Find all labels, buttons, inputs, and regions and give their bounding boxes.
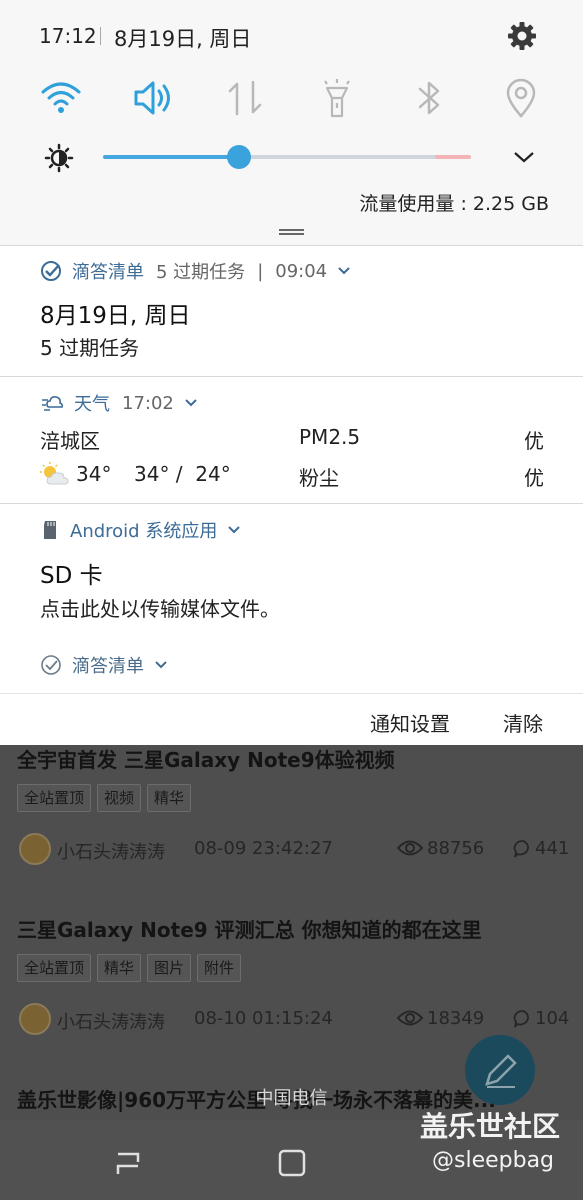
watermark-handle: @sleepbag bbox=[432, 1148, 555, 1173]
dust-value: 优 bbox=[524, 466, 544, 490]
views-icon bbox=[397, 1010, 423, 1026]
post-views: 18349 bbox=[427, 1008, 485, 1029]
divider bbox=[100, 27, 101, 45]
ticktick-check-icon bbox=[41, 261, 61, 281]
post-meta: 小石头涛涛涛 08-10 01:15:24 18349 104 bbox=[17, 1002, 577, 1036]
mobile-data-icon[interactable] bbox=[223, 76, 267, 120]
post-author[interactable]: 小石头涛涛涛 bbox=[57, 1008, 165, 1034]
notification-title: SD 卡 bbox=[40, 563, 103, 589]
notification-weather[interactable]: 天气 17:02 涪城区 PM2.5 优 34° 34° / 24° 粉尘 优 bbox=[0, 376, 583, 504]
temperature-range: 34° / 24° bbox=[134, 462, 231, 486]
avatar[interactable] bbox=[19, 1003, 51, 1035]
settings-gear-icon[interactable] bbox=[506, 20, 538, 52]
sound-icon[interactable] bbox=[131, 76, 175, 120]
brightness-slider-fill bbox=[103, 155, 240, 159]
post-time: 08-09 23:42:27 bbox=[194, 838, 333, 859]
brightness-slider-warning-zone bbox=[435, 155, 471, 159]
clear-all-button[interactable]: 清除 bbox=[503, 708, 543, 737]
post-meta: 小石头涛涛涛 08-09 23:42:27 88756 441 bbox=[17, 832, 577, 866]
notification-panel: 17:12 8月19日, 周日 流量使用量: 2.25 GB 滴答清单 5 过… bbox=[0, 0, 583, 745]
post-title[interactable]: 全宇宙首发 三星Galaxy Note9体验视频 bbox=[17, 744, 395, 773]
header-separator: | bbox=[257, 260, 264, 282]
app-name: 天气 bbox=[74, 394, 110, 415]
post-views: 88756 bbox=[427, 838, 485, 859]
aqi-label: PM2.5 bbox=[299, 425, 361, 449]
notification-settings-button[interactable]: 通知设置 bbox=[370, 708, 450, 737]
post-tags: 全站置顶 精华 图片 附件 bbox=[17, 954, 242, 982]
tag: 全站置顶 bbox=[17, 784, 92, 812]
notification-text: 5 过期任务 bbox=[40, 336, 140, 360]
clock: 17:12 bbox=[39, 24, 97, 48]
flashlight-icon[interactable] bbox=[315, 76, 359, 120]
post-time: 08-10 01:15:24 bbox=[194, 1008, 333, 1029]
avatar[interactable] bbox=[19, 833, 51, 865]
brightness-slider-thumb[interactable] bbox=[227, 145, 252, 169]
chevron-down-icon[interactable] bbox=[184, 398, 198, 408]
wifi-icon[interactable] bbox=[39, 76, 83, 120]
tag: 精华 bbox=[147, 784, 192, 812]
aqi-value: 优 bbox=[524, 429, 544, 453]
app-name: 滴答清单 bbox=[72, 656, 144, 677]
watermark-logo: 盖乐世社区 bbox=[420, 1110, 561, 1143]
partly-cloudy-icon bbox=[40, 462, 69, 485]
sd-card-icon bbox=[44, 521, 56, 539]
notification-header: 滴答清单 5 过期任务 | 09:04 bbox=[40, 259, 351, 283]
status-bar: 17:12 8月19日, 周日 bbox=[0, 0, 583, 70]
notification-sd-card[interactable]: Android 系统应用 SD 卡 点击此处以传输媒体文件。 滴答清单 bbox=[0, 503, 583, 693]
collapsed-notification-ticktick[interactable]: 滴答清单 bbox=[40, 653, 168, 677]
notification-text: 点击此处以传输媒体文件。 bbox=[40, 597, 280, 621]
data-usage-text: 流量使用量 : 2.25 GB bbox=[359, 193, 549, 215]
chevron-down-icon[interactable] bbox=[337, 266, 351, 276]
ticktick-check-icon bbox=[41, 655, 61, 675]
weather-icon bbox=[42, 396, 64, 411]
panel-drag-handle[interactable] bbox=[279, 229, 304, 235]
brightness-icon[interactable] bbox=[44, 143, 74, 173]
notification-ticktick[interactable]: 滴答清单 5 过期任务 | 09:04 8月19日, 周日 5 过期任务 bbox=[0, 245, 583, 377]
recent-apps-icon[interactable] bbox=[112, 1150, 144, 1178]
notification-header: Android 系统应用 bbox=[40, 518, 241, 542]
comment-icon bbox=[513, 840, 529, 858]
tag: 附件 bbox=[197, 954, 242, 982]
chevron-down-icon[interactable] bbox=[154, 660, 168, 670]
post-author[interactable]: 小石头涛涛涛 bbox=[57, 838, 165, 864]
panel-action-bar: 通知设置 清除 bbox=[0, 693, 583, 745]
post-tags: 全站置顶 视频 精华 bbox=[17, 784, 192, 812]
notification-header: 天气 17:02 bbox=[40, 391, 198, 415]
tag: 精华 bbox=[97, 954, 142, 982]
chevron-down-icon[interactable] bbox=[227, 525, 241, 535]
date[interactable]: 8月19日, 周日 bbox=[114, 23, 251, 53]
post-title[interactable]: 三星Galaxy Note9 评测汇总 你想知道的都在这里 bbox=[17, 914, 482, 943]
tag: 全站置顶 bbox=[17, 954, 92, 982]
comment-icon bbox=[513, 1010, 529, 1028]
tag: 视频 bbox=[97, 784, 142, 812]
notification-time: 17:02 bbox=[122, 392, 174, 414]
views-icon bbox=[397, 840, 423, 856]
tag: 图片 bbox=[147, 954, 192, 982]
app-name: Android 系统应用 bbox=[70, 521, 218, 542]
post-comments: 441 bbox=[535, 838, 570, 859]
chevron-down-icon[interactable] bbox=[512, 148, 536, 166]
notification-title: 8月19日, 周日 bbox=[40, 303, 191, 329]
weather-location: 涪城区 bbox=[40, 429, 100, 453]
home-icon[interactable] bbox=[277, 1148, 307, 1178]
app-name: 滴答清单 bbox=[72, 262, 144, 283]
notification-time: 09:04 bbox=[275, 260, 328, 282]
bluetooth-icon[interactable] bbox=[407, 76, 451, 120]
dust-label: 粉尘 bbox=[299, 466, 339, 490]
notification-summary: 5 过期任务 bbox=[156, 262, 246, 283]
current-temperature: 34° bbox=[76, 462, 112, 486]
location-icon[interactable] bbox=[499, 76, 543, 120]
post-comments: 104 bbox=[535, 1008, 570, 1029]
